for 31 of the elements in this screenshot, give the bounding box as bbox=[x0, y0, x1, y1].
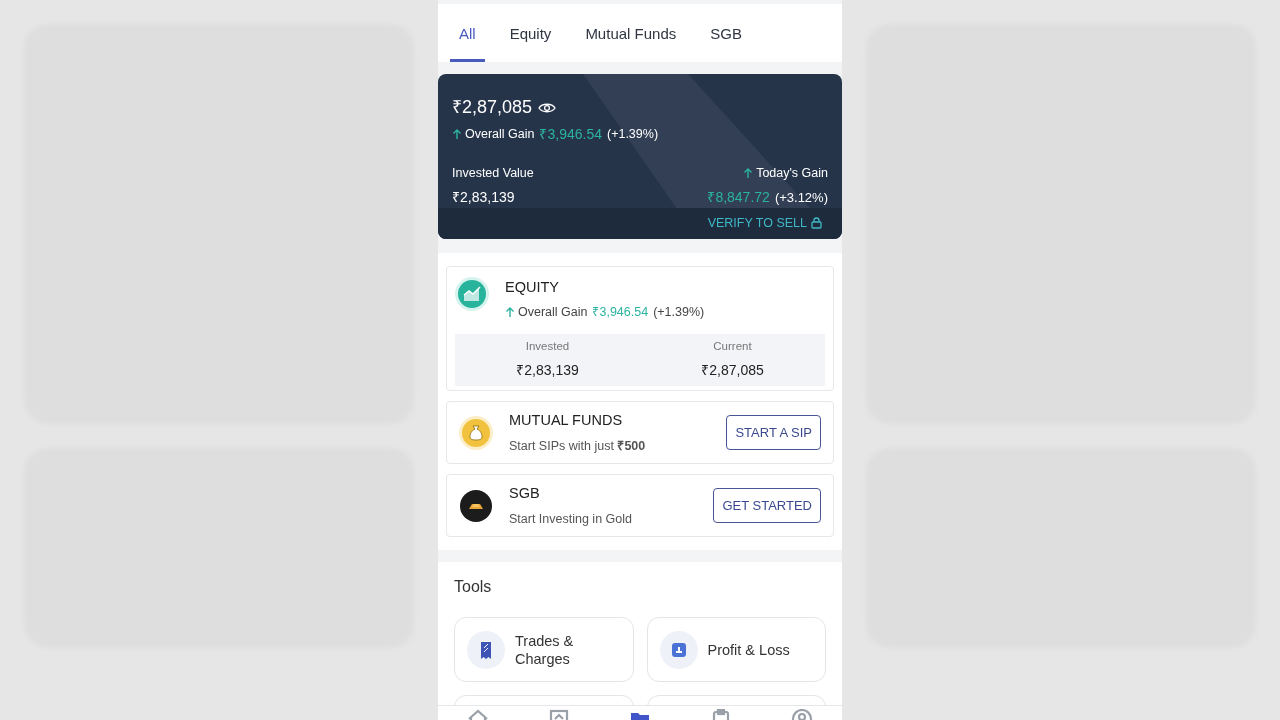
product-subtitle: Start SIPs with just ₹500 bbox=[509, 437, 647, 455]
gain-value: ₹3,946.54 bbox=[592, 303, 649, 321]
gain-label: Overall Gain bbox=[465, 126, 535, 144]
product-action-button[interactable]: GET STARTED bbox=[713, 488, 821, 523]
current-label: Current bbox=[713, 339, 752, 355]
product-action-button[interactable]: START A SIP bbox=[726, 415, 821, 450]
current-value: ₹2,87,085 bbox=[701, 360, 764, 380]
tab[interactable]: SGB bbox=[701, 10, 751, 62]
tool-card[interactable]: Trades & Charges bbox=[454, 617, 634, 682]
todays-gain-label: Today's Gain bbox=[756, 165, 828, 182]
total-value: ₹2,87,085 bbox=[452, 96, 533, 119]
gain-percent: (+1.39%) bbox=[607, 126, 659, 144]
tab[interactable]: Mutual Funds bbox=[576, 10, 686, 62]
verify-to-sell-button[interactable]: VERIFY TO SELL bbox=[707, 214, 822, 233]
product-title: SGB bbox=[509, 483, 541, 503]
gain-label: Overall Gain bbox=[518, 303, 588, 321]
invested-label: Invested bbox=[525, 339, 570, 355]
tab[interactable]: All bbox=[450, 10, 485, 62]
invested-label: Invested Value bbox=[452, 165, 534, 182]
gain-percent: (+1.39%) bbox=[653, 303, 705, 321]
tab[interactable]: Equity bbox=[500, 10, 561, 62]
product-subtitle: Start Investing in Gold bbox=[509, 510, 633, 528]
product-title: MUTUAL FUNDS bbox=[509, 410, 624, 430]
invested-value: ₹2,83,139 bbox=[452, 187, 516, 207]
equity-title: EQUITY bbox=[505, 278, 560, 297]
tool-card[interactable]: Profit & Loss bbox=[646, 617, 826, 682]
todays-gain-percent: (+3.12%) bbox=[774, 188, 828, 207]
todays-gain-value: ₹8,847.72 bbox=[707, 187, 770, 207]
tools-title: Tools bbox=[454, 577, 493, 597]
gain-value: ₹3,946.54 bbox=[539, 125, 602, 144]
invested-value: ₹2,83,139 bbox=[516, 360, 579, 380]
